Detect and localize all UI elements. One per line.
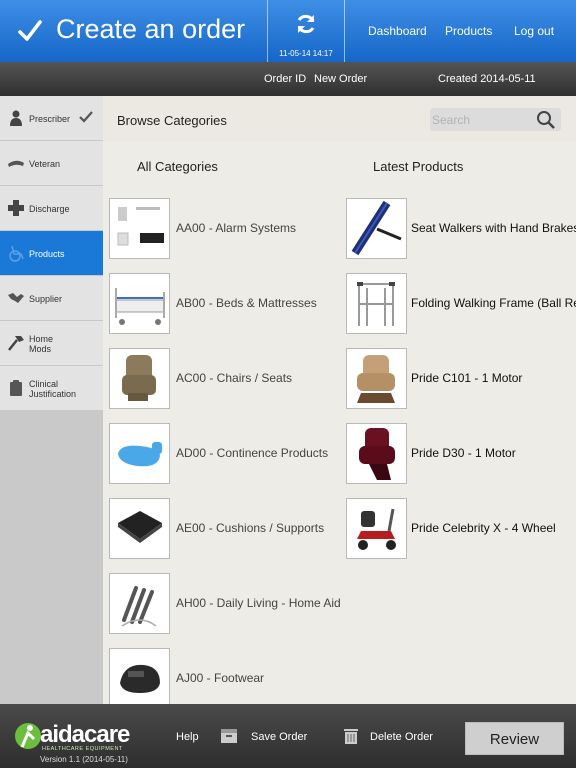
category-label: AJ00 - Footwear [176, 671, 265, 685]
seat-walker-thumbnail [346, 198, 407, 259]
sidebar-item-label: Discharge [29, 204, 70, 214]
hammer-icon [8, 336, 24, 351]
sidebar-item-label: Products [29, 249, 65, 259]
main-content: Browse Categories All Categories Latest … [103, 96, 576, 704]
sidebar-item-supplier[interactable]: Supplier [0, 276, 103, 321]
page-title: Create an order [56, 14, 246, 44]
delete-order-button[interactable]: Delete Order [370, 731, 433, 743]
help-button[interactable]: Help [176, 731, 199, 743]
category-label: AB00 - Beds & Mattresses [176, 296, 317, 310]
checkmark-icon [79, 111, 93, 123]
product-label: Folding Walking Frame (Ball Re [411, 296, 576, 310]
latest-product-item[interactable]: Seat Walkers with Hand Brakes [346, 198, 576, 260]
product-label: Seat Walkers with Hand Brakes [411, 221, 576, 235]
logo-icon [15, 723, 41, 749]
aidacare-logo: aidacare HEALTHCARE EQUIPMENT [14, 721, 142, 755]
product-label: Pride Celebrity X - 4 Wheel [411, 521, 556, 535]
walking-frame-thumbnail [346, 273, 407, 334]
checkmark-icon [18, 20, 42, 41]
browse-title: Browse Categories [117, 113, 227, 128]
lift-chair-thumbnail [346, 423, 407, 484]
sidebar-item-label: Clinical Justification [29, 379, 77, 399]
order-id-label: Order ID [264, 73, 307, 85]
sidebar-item-products[interactable]: Products [0, 231, 103, 276]
sidebar-item-clinical-justification[interactable]: Clinical Justification [0, 366, 103, 411]
header-divider [344, 0, 345, 62]
sync-button[interactable]: 11-05-14 14:17 [268, 0, 344, 62]
browse-header: Browse Categories [103, 96, 576, 142]
top-header: Create an order 11-05-14 14:17 Dashboard… [0, 0, 576, 62]
sidebar-item-label: Prescriber [29, 114, 71, 124]
sidebar-item-label: Home Mods [29, 334, 54, 354]
clipboard-icon [10, 380, 22, 396]
nav-dashboard[interactable]: Dashboard [368, 24, 427, 38]
sidebar-item-label: Supplier [29, 294, 63, 304]
lift-chair-thumbnail [346, 348, 407, 409]
search-icon[interactable] [536, 110, 556, 130]
sync-timestamp: 11-05-14 14:17 [279, 49, 333, 58]
save-order-button[interactable]: Save Order [251, 731, 307, 743]
sidebar-item-prescriber[interactable]: Prescriber [0, 96, 103, 141]
sidebar-item-veteran[interactable]: Veteran [0, 141, 103, 186]
wheelchair-icon [9, 245, 24, 262]
save-icon[interactable] [220, 727, 238, 745]
category-item[interactable]: AA00 - Alarm Systems [109, 198, 339, 260]
footer-toolbar: aidacare HEALTHCARE EQUIPMENT Version 1.… [0, 704, 576, 768]
product-label: Pride D30 - 1 Motor [411, 446, 516, 460]
latest-product-item[interactable]: Pride D30 - 1 Motor [346, 423, 576, 485]
urinal-thumbnail [109, 423, 170, 484]
alarm-system-thumbnail [109, 198, 170, 259]
nav-products[interactable]: Products [445, 24, 492, 38]
latest-products-heading: Latest Products [373, 159, 464, 174]
scooter-thumbnail [346, 498, 407, 559]
chair-thumbnail [109, 348, 170, 409]
review-button[interactable]: Review [465, 722, 564, 755]
sync-icon [297, 14, 315, 34]
logo-text: aidacare [40, 721, 130, 748]
utensils-thumbnail [109, 573, 170, 634]
sidebar: Prescriber Veteran Discharge Products Su… [0, 96, 103, 704]
order-created-date: Created 2014-05-11 [438, 73, 536, 85]
category-item[interactable]: AB00 - Beds & Mattresses [109, 273, 339, 335]
bed-thumbnail [109, 273, 170, 334]
search-box[interactable] [430, 108, 561, 131]
category-item[interactable]: AE00 - Cushions / Supports [109, 498, 339, 560]
logo-subtitle: HEALTHCARE EQUIPMENT [42, 746, 123, 752]
sidebar-item-label: Veteran [29, 159, 61, 169]
latest-product-item[interactable]: Pride C101 - 1 Motor [346, 348, 576, 410]
category-label: AE00 - Cushions / Supports [176, 521, 325, 535]
sidebar-item-home-mods[interactable]: Home Mods [0, 321, 103, 366]
footwear-thumbnail [109, 648, 170, 704]
category-label: AH00 - Daily Living - Home Aid [176, 596, 341, 610]
category-item[interactable]: AJ00 - Footwear [109, 648, 339, 704]
category-item[interactable]: AD00 - Continence Products [109, 423, 339, 485]
latest-product-item[interactable]: Folding Walking Frame (Ball Re [346, 273, 576, 335]
order-id-value: New Order [314, 73, 368, 85]
product-label: Pride C101 - 1 Motor [411, 371, 523, 385]
category-item[interactable]: AH00 - Daily Living - Home Aid [109, 573, 341, 635]
plus-cross-icon [8, 200, 24, 216]
category-item[interactable]: AC00 - Chairs / Seats [109, 348, 339, 410]
category-label: AC00 - Chairs / Seats [176, 371, 293, 385]
latest-product-item[interactable]: Pride Celebrity X - 4 Wheel [346, 498, 576, 560]
sidebar-item-discharge[interactable]: Discharge [0, 186, 103, 231]
order-info-bar: Order ID New Order Created 2014-05-11 [0, 62, 576, 96]
veteran-icon [8, 160, 24, 167]
categories-heading: All Categories [137, 159, 218, 174]
person-icon [10, 110, 22, 126]
category-label: AD00 - Continence Products [176, 446, 329, 460]
search-input[interactable] [432, 110, 534, 129]
trash-icon[interactable] [342, 727, 360, 745]
version-label: Version 1.1 (2014-05-11) [40, 755, 128, 764]
handshake-icon [8, 293, 24, 303]
nav-logout[interactable]: Log out [514, 24, 554, 38]
cushion-thumbnail [109, 498, 170, 559]
category-label: AA00 - Alarm Systems [176, 221, 297, 235]
